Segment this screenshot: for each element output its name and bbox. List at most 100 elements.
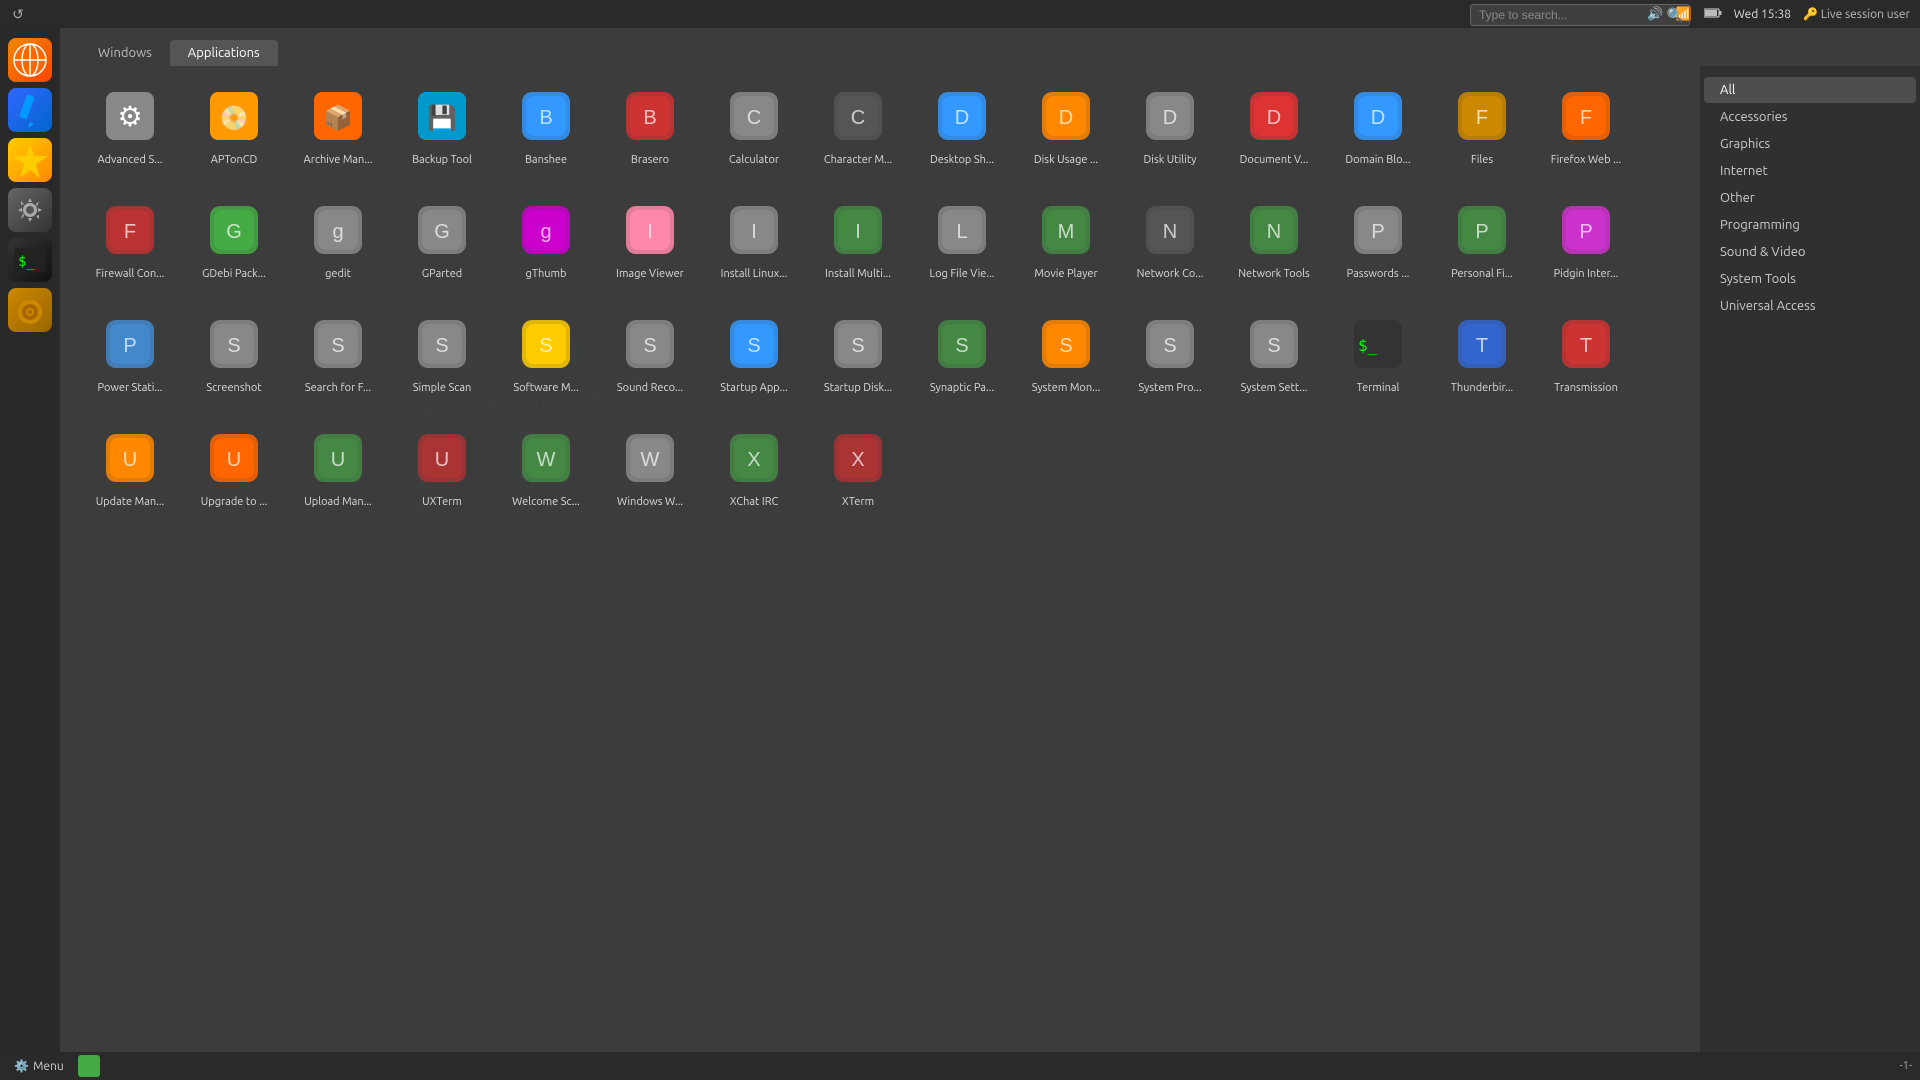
app-icon: U	[410, 426, 474, 490]
app-item[interactable]: S Startup App...	[704, 304, 804, 414]
app-item[interactable]: M Movie Player	[1016, 190, 1116, 300]
app-icon: X	[722, 426, 786, 490]
app-label: Network Tools	[1238, 268, 1310, 281]
sidebar-icon-pen[interactable]	[8, 88, 52, 132]
app-item[interactable]: P Power Stati...	[80, 304, 180, 414]
category-item[interactable]: Graphics	[1704, 131, 1916, 157]
app-icon: g	[514, 198, 578, 262]
taskbar-window-btn[interactable]	[78, 1055, 100, 1077]
app-item[interactable]: S Search for F...	[288, 304, 388, 414]
refresh-icon[interactable]: ↺	[10, 6, 26, 22]
app-item[interactable]: B Banshee	[496, 76, 596, 186]
category-item[interactable]: Programming	[1704, 212, 1916, 238]
app-item[interactable]: g gThumb	[496, 190, 596, 300]
app-icon: S	[514, 312, 578, 376]
app-item[interactable]: S System Sett...	[1224, 304, 1324, 414]
app-item[interactable]: S Startup Disk...	[808, 304, 908, 414]
app-item[interactable]: P Pidgin Inter...	[1536, 190, 1636, 300]
app-item[interactable]: D Desktop Sh...	[912, 76, 1012, 186]
sidebar-icon-snail[interactable]	[8, 288, 52, 332]
app-item[interactable]: X XTerm	[808, 418, 908, 528]
app-item[interactable]: F Files	[1432, 76, 1532, 186]
app-item[interactable]: X XChat IRC	[704, 418, 804, 528]
app-item[interactable]: S Simple Scan	[392, 304, 492, 414]
app-item[interactable]: I Install Multi...	[808, 190, 908, 300]
app-item[interactable]: I Install Linux...	[704, 190, 804, 300]
app-item[interactable]: 📦Archive Man...	[288, 76, 388, 186]
app-item[interactable]: F Firewall Con...	[80, 190, 180, 300]
main-area: Windows Applications m ⚙Advanced S...📀AP…	[60, 28, 1920, 1052]
app-item[interactable]: S Synaptic Pa...	[912, 304, 1012, 414]
app-icon: 📀	[202, 84, 266, 148]
app-item[interactable]: U Upload Man...	[288, 418, 388, 528]
svg-text:$_: $_	[18, 254, 35, 270]
category-item[interactable]: Sound & Video	[1704, 239, 1916, 265]
app-item[interactable]: W Windows W...	[600, 418, 700, 528]
sidebar-icon-terminal[interactable]: $_	[8, 238, 52, 282]
app-item[interactable]: g gedit	[288, 190, 388, 300]
app-item[interactable]: G GDebi Pack...	[184, 190, 284, 300]
app-item[interactable]: $_Terminal	[1328, 304, 1428, 414]
app-item[interactable]: U Upgrade to ...	[184, 418, 284, 528]
app-item[interactable]: T Thunderbir...	[1432, 304, 1532, 414]
app-item[interactable]: G GParted	[392, 190, 492, 300]
sidebar-icon-globe[interactable]	[8, 38, 52, 82]
sidebar-icon-star[interactable]	[8, 138, 52, 182]
app-item[interactable]: C Character M...	[808, 76, 908, 186]
svg-text:F: F	[1476, 107, 1488, 129]
app-item[interactable]: P Passwords ...	[1328, 190, 1428, 300]
app-item[interactable]: ⚙Advanced S...	[80, 76, 180, 186]
tab-windows[interactable]: Windows	[80, 40, 170, 66]
app-label: Windows W...	[617, 496, 683, 509]
tab-applications[interactable]: Applications	[170, 40, 278, 66]
svg-text:M: M	[1058, 221, 1075, 243]
app-item[interactable]: P Personal Fi...	[1432, 190, 1532, 300]
category-item[interactable]: Universal Access	[1704, 293, 1916, 319]
app-item[interactable]: S Sound Reco...	[600, 304, 700, 414]
app-item[interactable]: U UXTerm	[392, 418, 492, 528]
app-item[interactable]: C Calculator	[704, 76, 804, 186]
app-item[interactable]: 📀APTonCD	[184, 76, 284, 186]
app-item[interactable]: B Brasero	[600, 76, 700, 186]
menu-button[interactable]: ⚙️ Menu	[8, 1057, 70, 1075]
category-item[interactable]: Other	[1704, 185, 1916, 211]
app-item[interactable]: D Disk Utility	[1120, 76, 1220, 186]
category-item[interactable]: Internet	[1704, 158, 1916, 184]
app-icon: S	[1034, 312, 1098, 376]
app-item[interactable]: S System Pro...	[1120, 304, 1220, 414]
svg-text:T: T	[1580, 335, 1592, 357]
app-item[interactable]: D Disk Usage ...	[1016, 76, 1116, 186]
app-item[interactable]: D Domain Blo...	[1328, 76, 1428, 186]
app-item[interactable]: U Update Man...	[80, 418, 180, 528]
app-label: Update Man...	[96, 496, 165, 509]
app-item[interactable]: L Log File Vie...	[912, 190, 1012, 300]
app-icon: S	[306, 312, 370, 376]
app-icon: T	[1450, 312, 1514, 376]
app-item[interactable]: T Transmission	[1536, 304, 1636, 414]
category-item[interactable]: Accessories	[1704, 104, 1916, 130]
app-item[interactable]: 💾Backup Tool	[392, 76, 492, 186]
sidebar-icon-gear[interactable]	[8, 188, 52, 232]
app-item[interactable]: N Network Co...	[1120, 190, 1220, 300]
app-item[interactable]: I Image Viewer	[600, 190, 700, 300]
app-grid: m ⚙Advanced S...📀APTonCD📦Archive Man...💾…	[60, 66, 1700, 1052]
app-icon: 💾	[410, 84, 474, 148]
app-item[interactable]: S System Mon...	[1016, 304, 1116, 414]
app-label: Disk Usage ...	[1034, 154, 1098, 167]
category-item[interactable]: System Tools	[1704, 266, 1916, 292]
category-item[interactable]: All	[1704, 77, 1916, 103]
app-item[interactable]: W Welcome Sc...	[496, 418, 596, 528]
app-item[interactable]: D Document V...	[1224, 76, 1324, 186]
svg-text:X: X	[747, 449, 760, 471]
app-item[interactable]: N Network Tools	[1224, 190, 1324, 300]
app-label: Synaptic Pa...	[930, 382, 994, 395]
svg-text:G: G	[434, 221, 450, 243]
app-label: Files	[1471, 154, 1493, 167]
taskbar-right-info: -1-	[1899, 1060, 1912, 1072]
app-item[interactable]: F Firefox Web ...	[1536, 76, 1636, 186]
search-input[interactable]	[1470, 4, 1690, 26]
app-icon: W	[618, 426, 682, 490]
app-item[interactable]: S Screenshot	[184, 304, 284, 414]
svg-text:S: S	[851, 335, 864, 357]
app-item[interactable]: S Software M...	[496, 304, 596, 414]
